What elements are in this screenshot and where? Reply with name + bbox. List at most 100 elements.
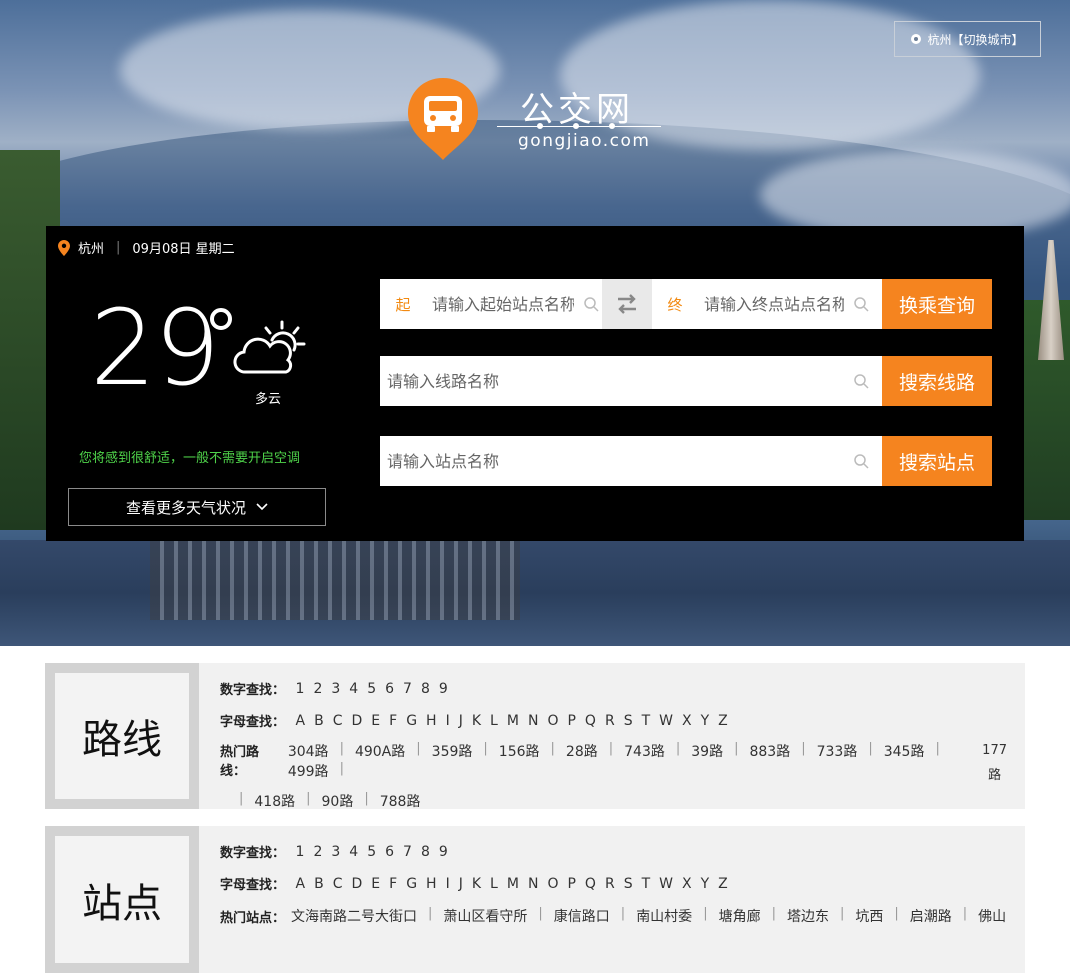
route-number-link[interactable]: 4 — [349, 681, 358, 697]
station-link[interactable]: 文海南路二号大街口 — [291, 906, 417, 926]
station-link[interactable]: 南山村委 — [636, 906, 692, 926]
route-link[interactable]: 156路 — [499, 741, 540, 761]
station-letter-link[interactable]: F — [389, 876, 397, 892]
station-letter-link[interactable]: J — [459, 876, 463, 892]
route-letter-link[interactable]: A — [296, 713, 306, 729]
route-number-link[interactable]: 5 — [367, 681, 376, 697]
route-letter-link[interactable]: G — [406, 713, 417, 729]
route-link[interactable]: 490A路 — [355, 741, 405, 761]
route-link[interactable]: 499路 — [288, 761, 329, 781]
transfer-search-button[interactable]: 换乘查询 — [882, 279, 992, 329]
route-letter-link[interactable]: D — [351, 713, 362, 729]
route-link[interactable]: 304路 — [288, 741, 329, 761]
station-letter-link[interactable]: K — [472, 876, 481, 892]
station-link[interactable]: 启潮路 — [910, 906, 952, 926]
station-number-link[interactable]: 5 — [367, 844, 376, 860]
route-letter-link[interactable]: Q — [585, 713, 596, 729]
route-letter-link[interactable]: K — [472, 713, 481, 729]
route-letter-link[interactable]: I — [446, 713, 450, 729]
station-letter-link[interactable]: N — [528, 876, 538, 892]
station-number-link[interactable]: 6 — [385, 844, 394, 860]
station-letter-link[interactable]: C — [333, 876, 343, 892]
route-number-link[interactable]: 6 — [385, 681, 394, 697]
route-letter-link[interactable]: Z — [718, 713, 728, 729]
route-link[interactable]: 743路 — [624, 741, 665, 761]
search-icon[interactable] — [850, 450, 872, 472]
route-letter-link[interactable]: S — [624, 713, 633, 729]
route-letter-link[interactable]: Y — [701, 713, 710, 729]
station-letter-link[interactable]: R — [605, 876, 615, 892]
station-letter-link[interactable]: Z — [718, 876, 728, 892]
route-letter-link[interactable]: H — [426, 713, 437, 729]
station-letter-link[interactable]: P — [567, 876, 575, 892]
search-icon[interactable] — [850, 293, 872, 315]
station-number-link[interactable]: 4 — [349, 844, 358, 860]
more-weather-button[interactable]: 查看更多天气状况 — [68, 488, 326, 526]
city-switch-button[interactable]: 杭州【切换城市】 — [894, 21, 1041, 57]
start-station-input[interactable] — [426, 280, 580, 328]
station-letter-link[interactable]: E — [371, 876, 380, 892]
station-letter-link[interactable]: W — [659, 876, 673, 892]
route-link[interactable]: 418路 — [254, 791, 295, 811]
search-icon[interactable] — [580, 293, 602, 315]
line-search-button[interactable]: 搜索线路 — [882, 356, 992, 406]
station-number-link[interactable]: 1 — [296, 844, 305, 860]
route-number-link[interactable]: 3 — [331, 681, 340, 697]
route-letter-link[interactable]: F — [389, 713, 397, 729]
station-letter-link[interactable]: I — [446, 876, 450, 892]
route-link[interactable]: 788路 — [380, 791, 421, 811]
route-number-link[interactable]: 1 — [296, 681, 305, 697]
route-letter-link[interactable]: R — [605, 713, 615, 729]
station-letter-link[interactable]: A — [296, 876, 306, 892]
route-link[interactable]: 345路 — [884, 741, 925, 761]
route-link[interactable]: 90路 — [322, 791, 354, 811]
route-letter-link[interactable]: L — [490, 713, 498, 729]
station-letter-link[interactable]: S — [624, 876, 633, 892]
route-letter-link[interactable]: O — [547, 713, 558, 729]
route-letter-link[interactable]: W — [659, 713, 673, 729]
line-input[interactable] — [380, 357, 850, 405]
route-link-177[interactable]: 177 路 — [982, 738, 1007, 788]
route-letter-link[interactable]: X — [682, 713, 692, 729]
station-number-link[interactable]: 9 — [439, 844, 448, 860]
route-letter-link[interactable]: J — [459, 713, 463, 729]
end-station-input[interactable] — [698, 280, 850, 328]
route-letter-link[interactable]: C — [333, 713, 343, 729]
route-link[interactable]: 39路 — [691, 741, 723, 761]
route-letter-link[interactable]: M — [507, 713, 519, 729]
station-letter-link[interactable]: B — [314, 876, 324, 892]
station-number-link[interactable]: 8 — [421, 844, 430, 860]
route-letter-link[interactable]: N — [528, 713, 538, 729]
station-search-button[interactable]: 搜索站点 — [882, 436, 992, 486]
station-letter-link[interactable]: X — [682, 876, 692, 892]
station-number-link[interactable]: 3 — [331, 844, 340, 860]
station-letter-link[interactable]: O — [547, 876, 558, 892]
station-link[interactable]: 康信路口 — [554, 906, 610, 926]
station-link[interactable]: 萧山区看守所 — [443, 906, 527, 926]
route-link[interactable]: 883路 — [749, 741, 790, 761]
station-letter-link[interactable]: Y — [701, 876, 710, 892]
station-link[interactable]: 塘角廊 — [719, 906, 761, 926]
route-link[interactable]: 733路 — [817, 741, 858, 761]
station-letter-link[interactable]: Q — [585, 876, 596, 892]
search-icon[interactable] — [850, 370, 872, 392]
route-letter-link[interactable]: T — [642, 713, 651, 729]
station-link[interactable]: 佛山 — [978, 906, 1006, 926]
station-number-link[interactable]: 7 — [403, 844, 412, 860]
station-number-link[interactable]: 2 — [313, 844, 322, 860]
route-letter-link[interactable]: P — [567, 713, 575, 729]
station-letter-link[interactable]: M — [507, 876, 519, 892]
station-letter-link[interactable]: T — [642, 876, 651, 892]
route-link[interactable]: 28路 — [566, 741, 598, 761]
route-number-link[interactable]: 8 — [421, 681, 430, 697]
route-letter-link[interactable]: B — [314, 713, 324, 729]
station-letter-link[interactable]: H — [426, 876, 437, 892]
route-number-link[interactable]: 9 — [439, 681, 448, 697]
station-link[interactable]: 塔边东 — [787, 906, 829, 926]
swap-stations-button[interactable] — [602, 279, 652, 329]
station-input[interactable] — [380, 437, 850, 485]
station-letter-link[interactable]: D — [351, 876, 362, 892]
route-link[interactable]: 359路 — [432, 741, 473, 761]
route-number-link[interactable]: 2 — [313, 681, 322, 697]
route-letter-link[interactable]: E — [371, 713, 380, 729]
